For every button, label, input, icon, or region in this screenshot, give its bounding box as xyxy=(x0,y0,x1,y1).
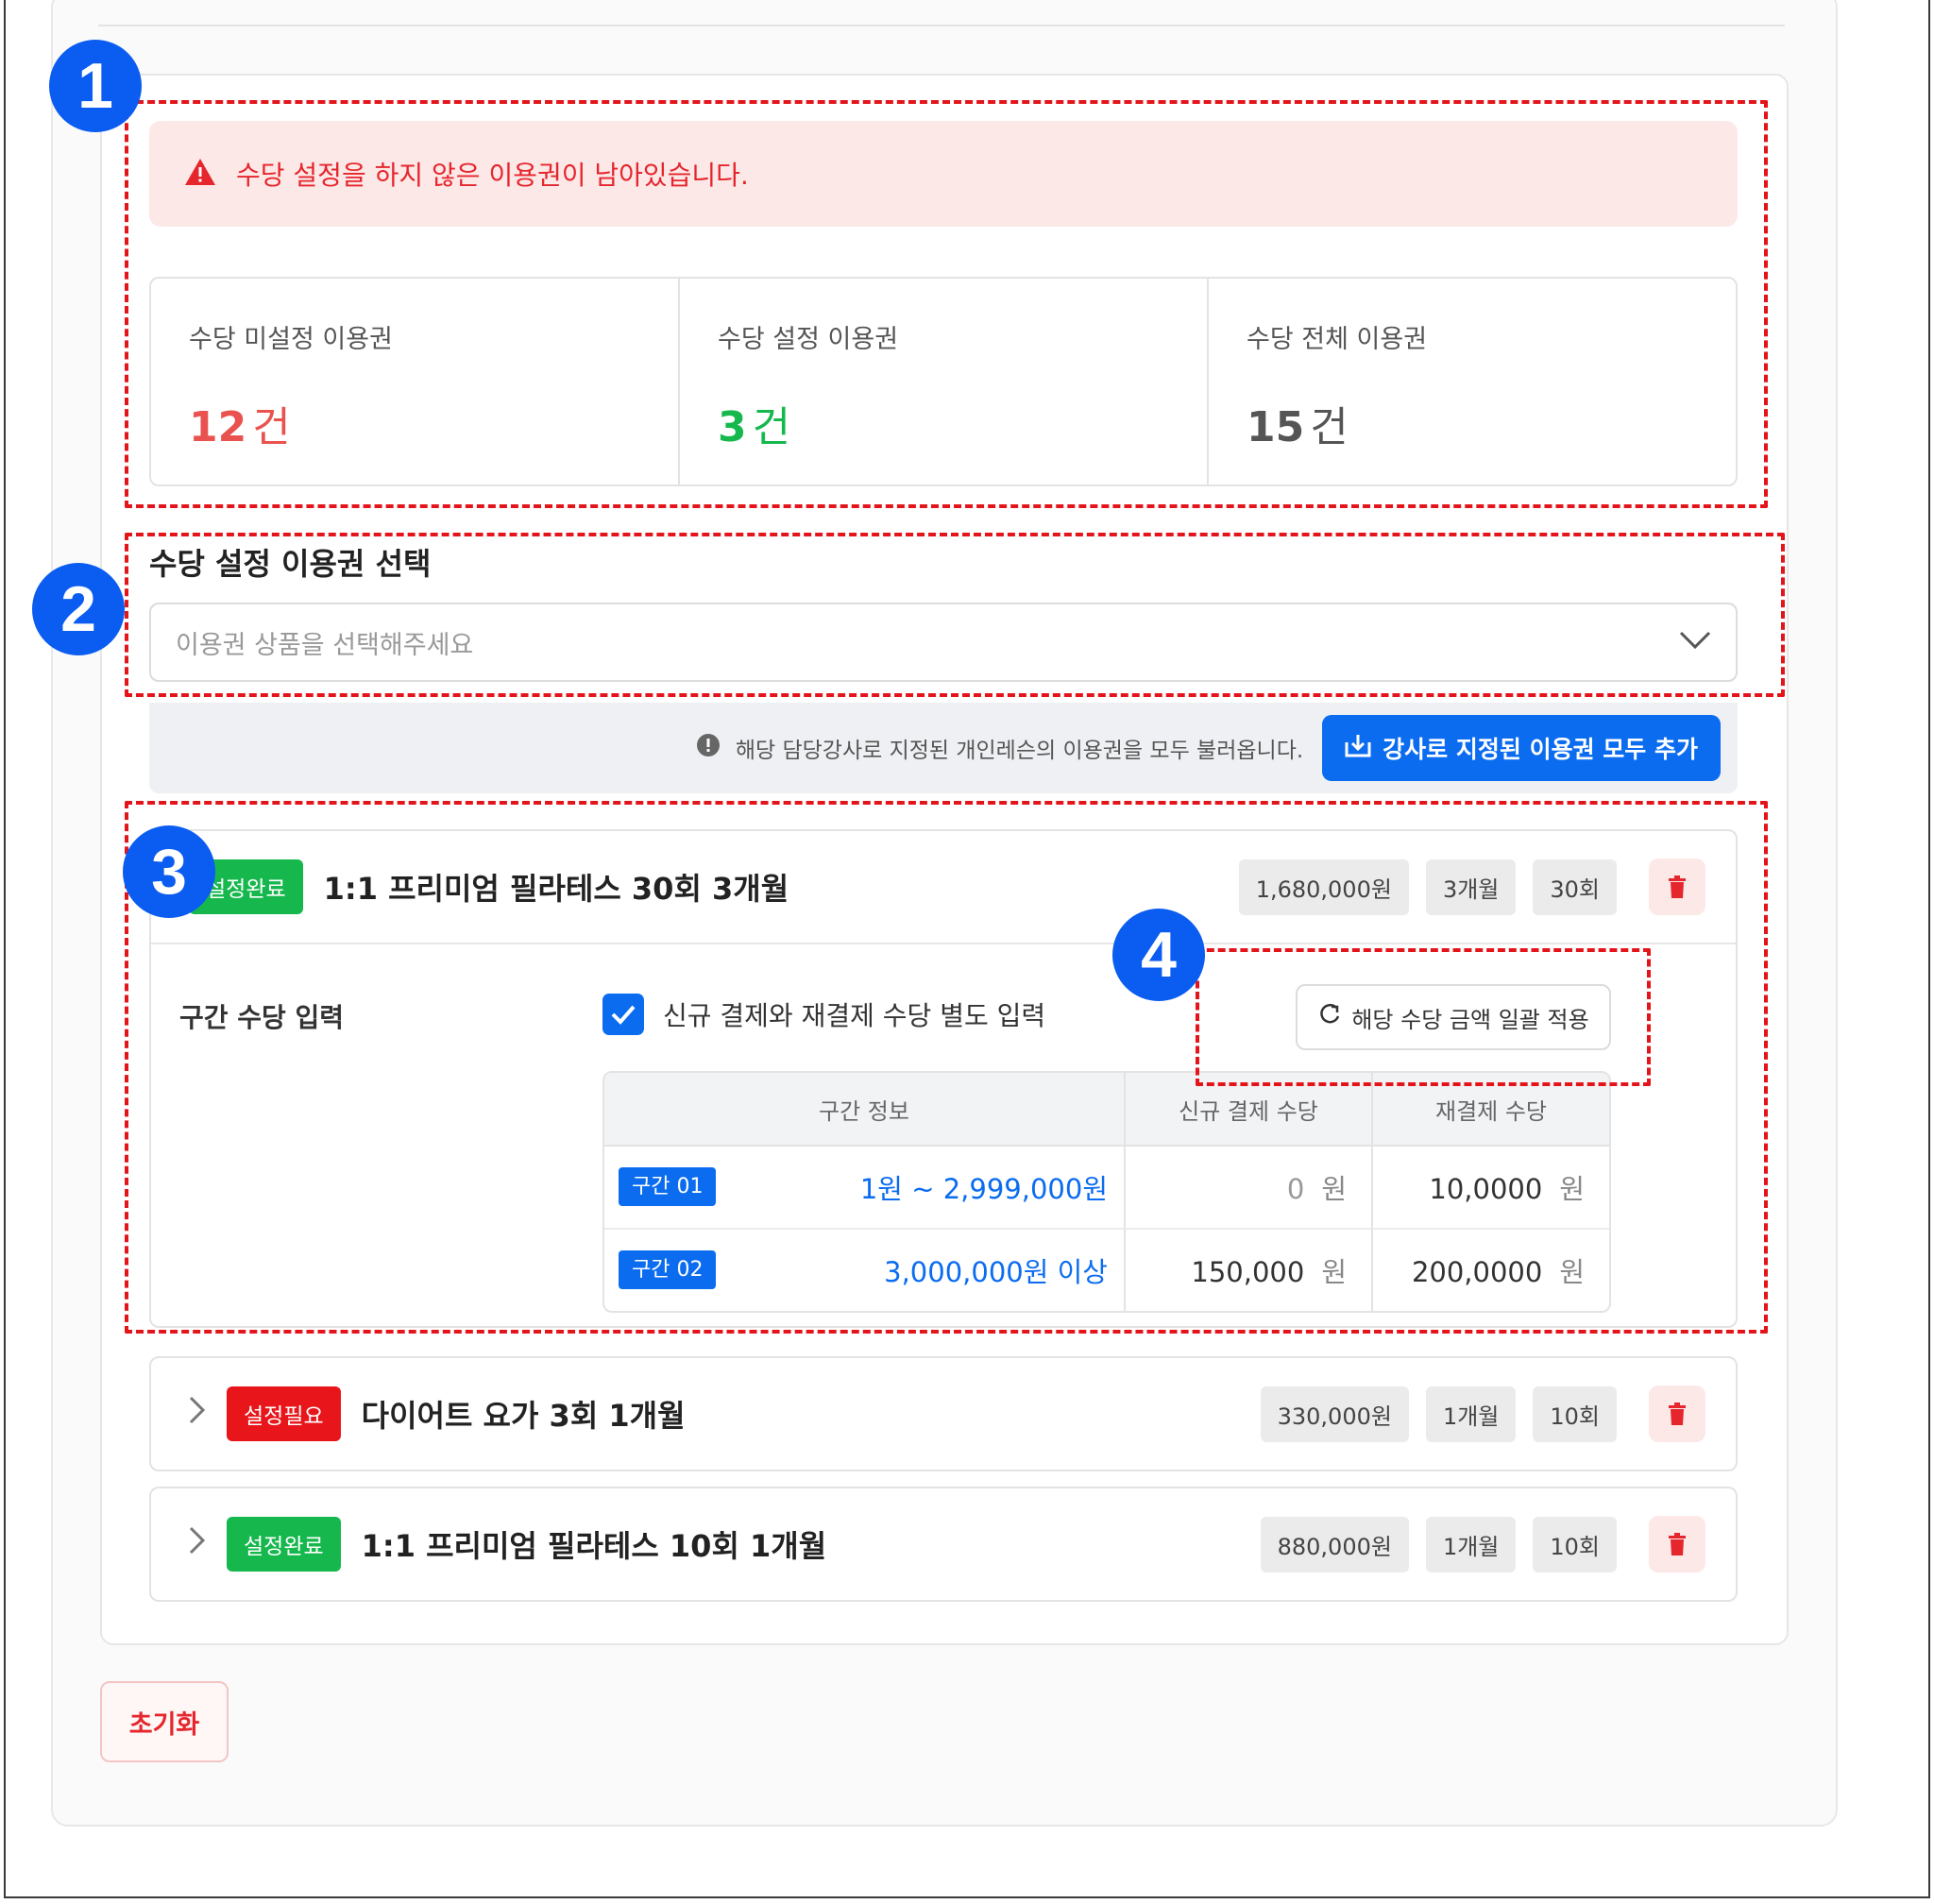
delete-button[interactable] xyxy=(1649,1516,1705,1572)
ticket-item: 설정완료 1:1 프리미엄 필라테스 10회 1개월 880,000원 1개월 … xyxy=(149,1487,1738,1602)
chevron-right-icon[interactable] xyxy=(189,1395,227,1433)
annotation-number-2: 2 xyxy=(32,563,125,655)
chevron-right-icon[interactable] xyxy=(189,1525,227,1563)
download-icon xyxy=(1345,733,1371,763)
divider xyxy=(98,25,1785,26)
ticket-name: 1:1 프리미엄 필라테스 10회 1개월 xyxy=(361,1528,827,1564)
load-bar: 해당 담당강사로 지정된 개인레슨의 이용권을 모두 불러옵니다. 강사로 지정… xyxy=(149,703,1738,793)
ticket-header[interactable]: 설정필요 다이어트 요가 3회 1개월 330,000원 1개월 10회 xyxy=(151,1358,1736,1470)
annotation-number-1: 1 xyxy=(49,40,142,132)
annotation-box-4 xyxy=(1196,948,1651,1086)
price-pill: 880,000원 xyxy=(1260,1516,1409,1572)
trash-icon xyxy=(1669,1402,1686,1425)
trash-icon xyxy=(1669,1533,1686,1556)
count-pill: 10회 xyxy=(1533,1516,1617,1572)
annotation-box-1 xyxy=(125,100,1768,508)
status-badge: 설정완료 xyxy=(227,1517,341,1572)
annotation-number-4: 4 xyxy=(1112,909,1205,1001)
load-info: 해당 담당강사로 지정된 개인레슨의 이용권을 모두 불러옵니다. xyxy=(696,732,1303,764)
info-icon xyxy=(696,733,721,763)
delete-button[interactable] xyxy=(1649,1386,1705,1442)
annotation-number-3: 3 xyxy=(123,825,215,918)
price-pill: 330,000원 xyxy=(1260,1386,1409,1442)
count-pill: 10회 xyxy=(1533,1386,1617,1442)
ticket-name: 다이어트 요가 3회 1개월 xyxy=(361,1398,686,1434)
ticket-item: 설정필요 다이어트 요가 3회 1개월 330,000원 1개월 10회 xyxy=(149,1356,1738,1471)
annotation-box-2 xyxy=(125,533,1785,697)
status-badge: 설정필요 xyxy=(227,1386,341,1441)
add-all-tickets-button[interactable]: 강사로 지정된 이용권 모두 추가 xyxy=(1322,715,1721,781)
period-pill: 1개월 xyxy=(1425,1386,1517,1442)
ticket-header[interactable]: 설정완료 1:1 프리미엄 필라테스 10회 1개월 880,000원 1개월 … xyxy=(151,1488,1736,1600)
reset-button[interactable]: 초기화 xyxy=(100,1681,229,1762)
period-pill: 1개월 xyxy=(1425,1516,1517,1572)
